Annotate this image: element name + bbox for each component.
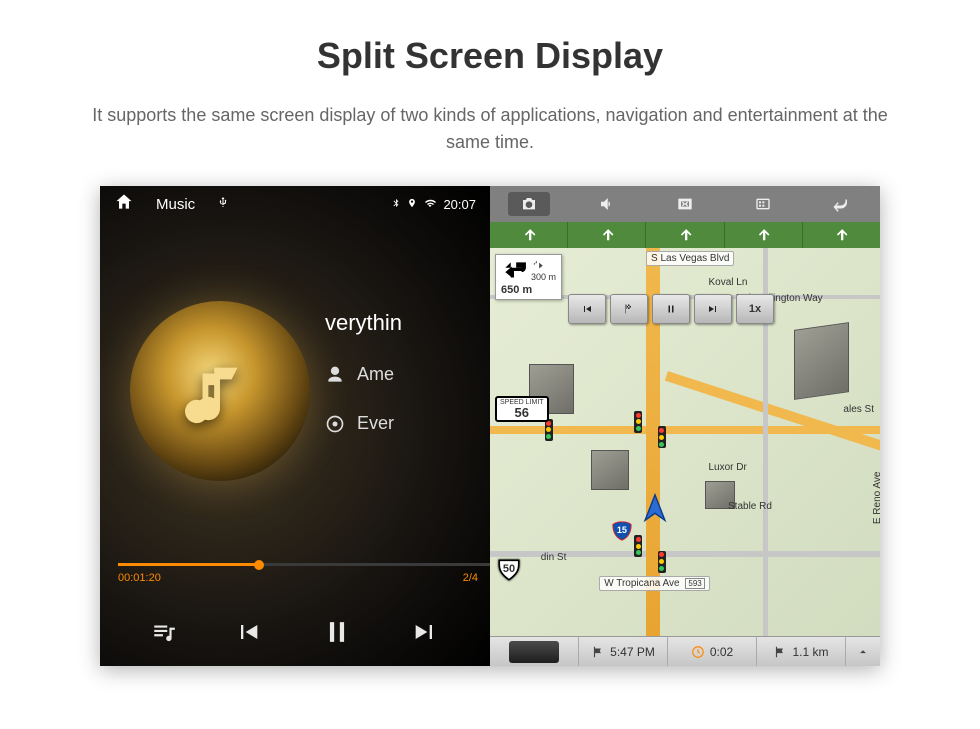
lane-arrow xyxy=(568,222,646,248)
sim-playback-bar: 1x xyxy=(568,294,774,324)
turn-right-icon xyxy=(531,258,545,272)
app-label: Music xyxy=(156,196,195,213)
menu-button[interactable] xyxy=(490,637,579,666)
clock: 20:07 xyxy=(443,197,476,212)
time-current: 00:01:20 xyxy=(118,572,161,584)
wifi-icon xyxy=(423,197,437,212)
sim-pause-icon[interactable] xyxy=(652,294,690,324)
street-label: ales St xyxy=(839,403,878,416)
remaining-distance: 1.1 km xyxy=(757,637,846,666)
speed-limit-sign: SPEED LIMIT 56 xyxy=(495,396,549,422)
pause-icon[interactable] xyxy=(320,615,354,654)
nav-footer: 5:47 PM 0:02 1.1 km xyxy=(490,636,880,666)
page-title: Split Screen Display xyxy=(0,0,980,77)
home-icon[interactable] xyxy=(114,192,134,216)
back-icon[interactable] xyxy=(820,192,862,216)
remaining-time: 0:02 xyxy=(668,637,757,666)
nav-toolbar xyxy=(490,186,880,222)
street-label: E Reno Ave xyxy=(872,468,881,529)
page-subtitle: It supports the same screen display of t… xyxy=(0,77,980,186)
usb-icon xyxy=(217,194,229,214)
track-label: verythin xyxy=(325,310,402,336)
music-status-bar: Music 20:07 xyxy=(100,186,490,222)
sim-flag-icon[interactable] xyxy=(610,294,648,324)
camera-icon[interactable] xyxy=(508,192,550,216)
street-label: S Las Vegas Blvd xyxy=(646,251,734,266)
next-track-icon[interactable] xyxy=(411,618,439,651)
progress-bar[interactable] xyxy=(118,563,490,566)
album-art xyxy=(130,301,310,481)
track-row-album[interactable]: Ever xyxy=(325,399,490,448)
track-row-playing[interactable]: verythin xyxy=(325,296,490,350)
flag-icon xyxy=(591,645,605,659)
track-counter: 2/4 xyxy=(463,572,478,584)
street-label: Koval Ln xyxy=(705,276,752,289)
music-controls xyxy=(100,615,490,654)
interstate-shield: 15 xyxy=(611,520,633,545)
sim-speed-button[interactable]: 1x xyxy=(736,294,774,324)
lane-arrow xyxy=(725,222,803,248)
progress-area: 00:01:20 2/4 xyxy=(118,563,490,584)
track-label: Ever xyxy=(357,413,394,434)
lane-guidance xyxy=(490,222,880,248)
street-label: W Tropicana Ave 593 xyxy=(599,576,710,591)
route-shield: 50 xyxy=(495,557,523,586)
location-icon xyxy=(407,196,417,213)
street-label: Luxor Dr xyxy=(705,461,751,474)
eta: 5:47 PM xyxy=(579,637,668,666)
street-label: Stable Rd xyxy=(724,500,776,513)
expand-icon[interactable] xyxy=(846,637,880,666)
playlist-icon[interactable] xyxy=(151,619,177,650)
close-screen-icon[interactable] xyxy=(664,192,706,216)
bluetooth-icon xyxy=(391,196,401,213)
navigation-pane: S Las Vegas Blvd Koval Ln Duke Ellington… xyxy=(490,186,880,666)
flag-icon xyxy=(773,645,787,659)
track-label: Ame xyxy=(357,364,394,385)
music-pane: Music 20:07 verythin Ame xyxy=(100,186,490,666)
next-turn-distance: 300 m xyxy=(531,272,556,282)
clock-icon xyxy=(691,645,705,659)
sim-prev-icon[interactable] xyxy=(568,294,606,324)
apps-icon[interactable] xyxy=(742,192,784,216)
lane-arrow xyxy=(490,222,568,248)
volume-icon[interactable] xyxy=(586,192,628,216)
street-label: din St xyxy=(537,551,571,564)
track-row-artist[interactable]: Ame xyxy=(325,350,490,399)
turn-distance: 650 m xyxy=(501,284,556,296)
split-screen-device: Music 20:07 verythin Ame xyxy=(100,186,880,666)
artist-icon xyxy=(325,365,345,385)
track-list: verythin Ame Ever xyxy=(325,296,490,448)
turn-instruction: 300 m 650 m xyxy=(495,254,562,300)
lane-arrow xyxy=(646,222,724,248)
vehicle-cursor xyxy=(638,492,672,529)
sim-next-icon[interactable] xyxy=(694,294,732,324)
prev-track-icon[interactable] xyxy=(234,618,262,651)
lane-arrow xyxy=(803,222,880,248)
album-icon xyxy=(325,414,345,434)
turn-left-icon xyxy=(501,258,527,284)
